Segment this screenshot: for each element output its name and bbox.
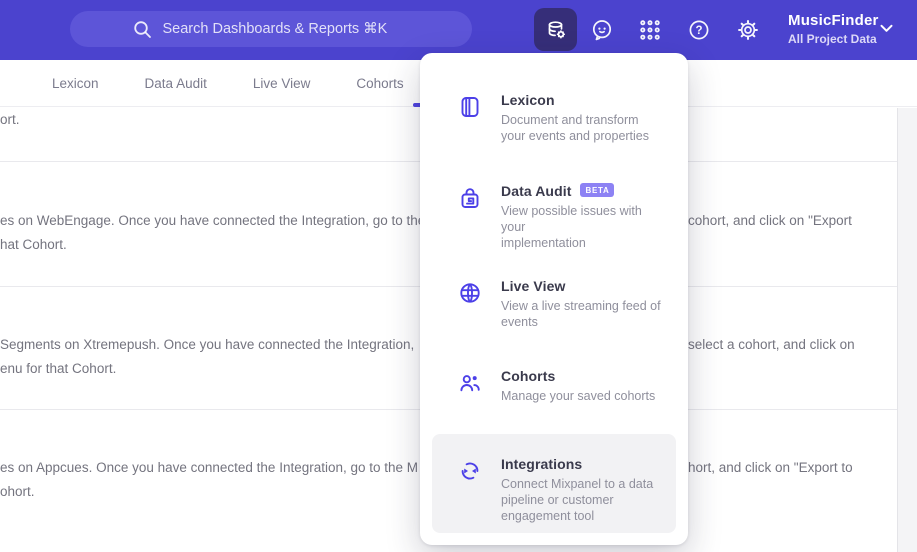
tab-live-view[interactable]: Live View (253, 76, 311, 91)
menu-item-integrations[interactable]: Integrations Connect Mixpanel to a data … (432, 434, 676, 533)
scrollbar-track[interactable] (897, 108, 917, 552)
menu-item-data-audit[interactable]: Data Audit BETA View possible issues wit… (432, 170, 676, 263)
beta-badge: BETA (580, 183, 615, 197)
text-line: cohort, and click on "Export (688, 213, 852, 228)
chevron-down-icon (880, 24, 893, 32)
svg-text:?: ? (695, 25, 702, 37)
text-line: es on WebEngage. Once you have connected… (0, 213, 426, 228)
text-line: select a cohort, and click on (688, 337, 855, 352)
text-line: es on Appcues. Once you have connected t… (0, 460, 419, 475)
project-switcher[interactable]: MusicFinder All Project Data (788, 12, 893, 46)
book-icon (458, 95, 482, 119)
menu-item-description: Connect Mixpanel to a data pipeline or c… (501, 477, 654, 523)
globe-icon (458, 281, 482, 305)
menu-item-description: Document and transform your events and p… (501, 113, 650, 143)
database-gear-icon (548, 20, 565, 38)
text-line: Segments on Xtremepush. Once you have co… (0, 337, 415, 352)
help-icon: ? (689, 20, 709, 40)
text-line: ort. (0, 112, 20, 127)
menu-item-title: Live View (501, 278, 566, 294)
text-line: hat Cohort. (0, 237, 67, 252)
menu-item-title: Lexicon (501, 92, 555, 108)
audit-lock-icon (458, 186, 482, 210)
feedback-button[interactable] (590, 18, 614, 42)
settings-gear-icon (738, 20, 758, 40)
search-icon (133, 20, 151, 38)
menu-item-title: Data Audit (501, 183, 572, 199)
text-line: ohort. (0, 484, 35, 499)
menu-item-description: View a live streaming feed of events (501, 299, 661, 329)
apps-grid-icon (640, 20, 660, 40)
menu-item-cohorts[interactable]: Cohorts Manage your saved cohorts (432, 355, 676, 416)
project-name: MusicFinder (788, 12, 879, 29)
app-window: ort. es on WebEngage. Once you have conn… (0, 0, 917, 552)
project-subtitle: All Project Data (788, 32, 877, 46)
menu-item-title: Integrations (501, 456, 583, 472)
text-line: hort, and click on "Export to (688, 460, 853, 475)
app-header: ? MusicFinder All Project Data (0, 0, 917, 60)
chat-feedback-icon (592, 20, 612, 41)
nav-dropdown-panel: Lexicon Document and transform your even… (420, 53, 688, 545)
settings-button[interactable] (736, 18, 760, 42)
data-management-button[interactable] (534, 8, 577, 51)
menu-item-description: View possible issues with your implement… (501, 204, 642, 250)
search-input[interactable] (162, 21, 411, 37)
apps-grid-button[interactable] (638, 18, 662, 42)
menu-item-live-view[interactable]: Live View View a live streaming feed of … (432, 265, 676, 342)
menu-item-title: Cohorts (501, 368, 556, 384)
menu-item-lexicon[interactable]: Lexicon Document and transform your even… (432, 79, 676, 156)
tab-cohorts[interactable]: Cohorts (356, 76, 403, 91)
cohorts-people-icon (458, 371, 482, 395)
integrations-sync-icon (458, 459, 482, 483)
tab-data-audit[interactable]: Data Audit (145, 76, 207, 91)
tab-lexicon[interactable]: Lexicon (52, 76, 99, 91)
text-line: enu for that Cohort. (0, 361, 117, 376)
search-bar[interactable] (70, 11, 472, 47)
help-button[interactable]: ? (687, 18, 711, 42)
menu-item-description: Manage your saved cohorts (501, 389, 656, 403)
